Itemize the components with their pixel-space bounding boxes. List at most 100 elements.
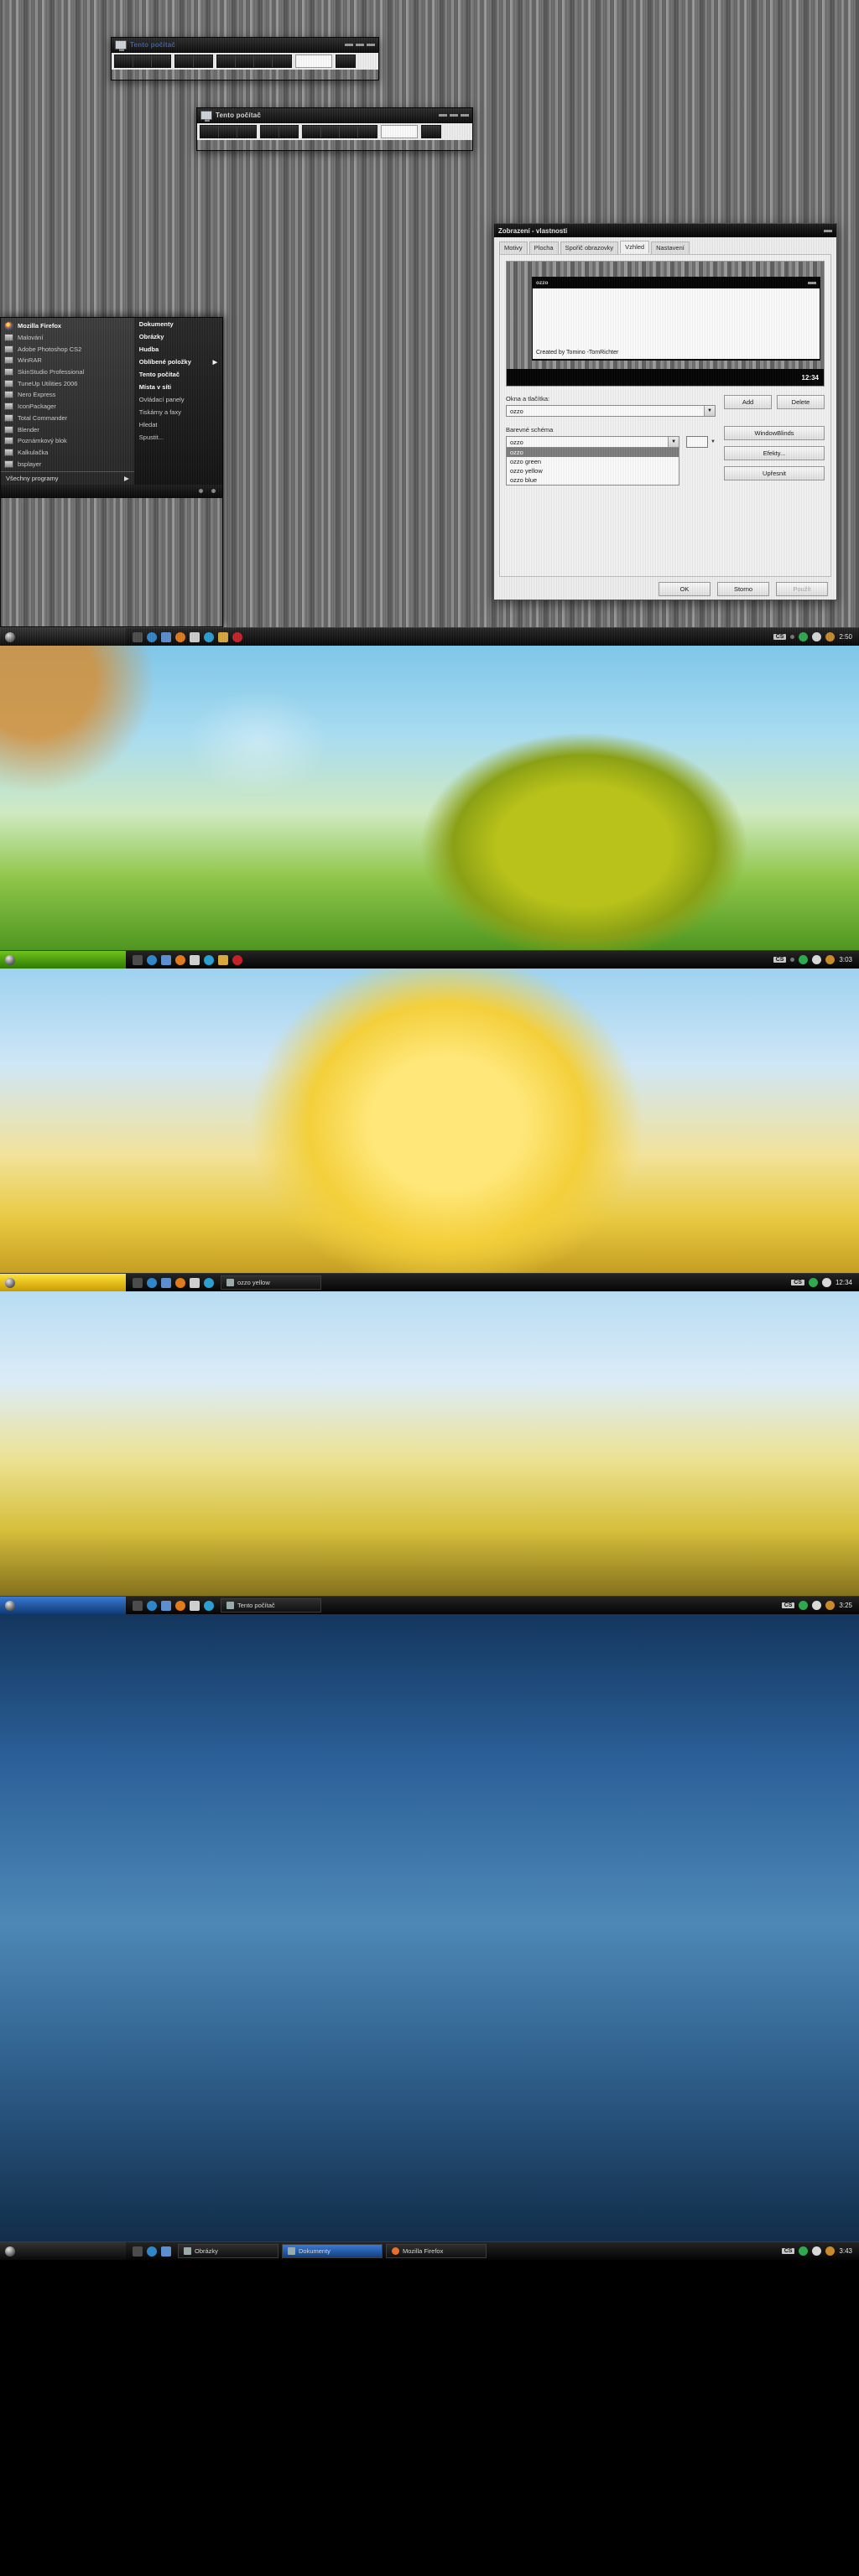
go-button[interactable] <box>336 55 356 68</box>
nero-icon[interactable] <box>812 955 822 964</box>
advanced-button[interactable]: Upřesnit <box>724 466 825 480</box>
tab-sporic[interactable]: Spořič obrazovky <box>560 242 619 254</box>
color-swatch[interactable] <box>686 436 709 448</box>
logoff-icon[interactable] <box>199 489 203 494</box>
taskbar[interactable]: Tento počítač CS 3:25 <box>0 1596 859 1614</box>
tray-app-icon[interactable] <box>825 632 836 641</box>
sidebar-item-iconpackager[interactable]: IconPackager <box>1 401 134 413</box>
address-box[interactable] <box>295 55 332 68</box>
nero-icon[interactable] <box>812 1601 822 1610</box>
tray-app-icon[interactable] <box>825 955 836 964</box>
task-list[interactable]: Tento počítač <box>221 1598 782 1613</box>
sidebar-item-tuneup[interactable]: TuneUp Utilities 2006 <box>1 377 134 389</box>
clock[interactable]: 2:50 <box>839 633 852 641</box>
system-tray[interactable]: CS 12:34 <box>791 1278 859 1287</box>
taskbar[interactable]: CS 3:03 <box>0 950 859 969</box>
quick-launch[interactable] <box>126 2246 178 2257</box>
language-indicator[interactable]: CS <box>791 1280 804 1285</box>
chevron-down-icon[interactable]: ▼ <box>668 437 679 447</box>
nero-icon[interactable] <box>821 1278 831 1287</box>
view-buttons[interactable] <box>302 125 377 138</box>
sidebar-item-notepad[interactable]: Poznámkový blok <box>1 435 134 447</box>
language-indicator[interactable]: CS <box>773 957 787 963</box>
system-tray[interactable]: CS 3:25 <box>781 1601 859 1610</box>
qt-icon[interactable] <box>204 1277 214 1288</box>
start-button[interactable] <box>0 951 126 969</box>
task-button-obrazky[interactable]: Obrázky <box>178 2244 279 2258</box>
folder-icon[interactable] <box>218 631 228 642</box>
window-tento-pocitac-back[interactable]: Tento počítač <box>111 37 379 80</box>
sidebar-item-malovani[interactable]: Malování <box>1 332 134 344</box>
chevron-down-icon[interactable]: ▼ <box>711 439 716 444</box>
qt-icon[interactable] <box>204 954 214 965</box>
tray-app-icon[interactable] <box>825 2246 836 2256</box>
quick-launch[interactable] <box>126 631 249 642</box>
media-player-icon[interactable] <box>175 1277 185 1288</box>
sidebar-item-calculator[interactable]: Kalkulačka <box>1 447 134 459</box>
listbox-color-schemes[interactable]: ozzo ozzo green ozzo yellow ozzo blue <box>506 448 680 486</box>
monitor-icon[interactable] <box>161 1277 171 1288</box>
combo-color-scheme[interactable]: ozzo ▼ <box>506 436 680 448</box>
system-tray[interactable]: CS 2:50 <box>773 632 859 641</box>
clock[interactable]: 3:43 <box>839 2247 852 2255</box>
sidebar-item-bsplayer[interactable]: bsplayer <box>1 458 134 470</box>
option-ozzo[interactable]: ozzo <box>507 448 679 457</box>
quick-launch[interactable] <box>126 1600 221 1611</box>
all-programs-button[interactable]: Všechny programy ▶ <box>1 470 134 485</box>
qt-icon[interactable] <box>204 631 214 642</box>
place-tento-pocitac[interactable]: Tento počítač <box>134 368 222 381</box>
dialog-display-properties[interactable]: Zobrazení - vlastnosti Motivy Plocha Spo… <box>493 223 837 600</box>
opera-icon[interactable] <box>232 954 242 965</box>
avg-icon[interactable] <box>808 1278 818 1287</box>
clock[interactable]: 3:25 <box>839 1602 852 1609</box>
close-icon[interactable] <box>367 44 375 46</box>
start-button[interactable] <box>0 628 126 646</box>
place-oblibene[interactable]: Oblíbené položky ▶ <box>134 356 222 368</box>
address-box[interactable] <box>381 125 418 138</box>
sidebar-item-photoshop[interactable]: Adobe Photoshop CS2 <box>1 343 134 355</box>
close-icon[interactable] <box>461 114 469 117</box>
maximize-icon[interactable] <box>450 114 458 117</box>
ie-icon[interactable] <box>147 1600 157 1611</box>
taskbar[interactable]: CS 2:50 <box>0 627 859 646</box>
start-menu-footer[interactable] <box>1 484 222 498</box>
place-mista-v-siti[interactable]: Místa v síti <box>134 381 222 393</box>
language-indicator[interactable]: CS <box>781 2248 795 2254</box>
sidebar-item-winrar[interactable]: WinRAR <box>1 355 134 366</box>
combo-windows-buttons[interactable]: ozzo ▼ <box>506 405 716 417</box>
media-player-icon[interactable] <box>175 631 185 642</box>
sidebar-item-skinstudio[interactable]: SkinStudio Professional <box>1 366 134 378</box>
show-desktop-icon[interactable] <box>133 631 143 642</box>
window-buttons[interactable] <box>824 229 832 232</box>
search-buttons[interactable] <box>174 55 213 68</box>
place-dokumenty[interactable]: Dokumenty <box>134 318 222 330</box>
view-buttons[interactable] <box>216 55 292 68</box>
sidebar-item-nero[interactable]: Nero Express <box>1 389 134 401</box>
tray-expand-icon[interactable] <box>790 635 795 639</box>
option-ozzo-green[interactable]: ozzo green <box>507 457 679 466</box>
show-desktop-icon[interactable] <box>133 2246 143 2257</box>
taskbar[interactable]: Obrázky Dokumenty Mozilla Firefox CS 3:4… <box>0 2241 859 2260</box>
titlebar[interactable]: Tento počítač <box>197 108 472 122</box>
tab-motivy[interactable]: Motivy <box>499 242 528 254</box>
shutdown-icon[interactable] <box>211 489 216 494</box>
window-tento-pocitac-front[interactable]: Tento počítač <box>196 107 473 151</box>
cancel-button[interactable]: Storno <box>717 582 769 596</box>
monitor-icon[interactable] <box>161 631 171 642</box>
place-hudba[interactable]: Hudba <box>134 343 222 356</box>
avg-icon[interactable] <box>799 632 809 641</box>
place-hledat[interactable]: Hledat <box>134 418 222 431</box>
start-menu-programs[interactable]: Mozilla Firefox Malování Adobe Photoshop… <box>1 318 134 485</box>
monitor-icon[interactable] <box>161 1600 171 1611</box>
avg-icon[interactable] <box>799 955 809 964</box>
ok-button[interactable]: OK <box>659 582 711 596</box>
tray-app-icon[interactable] <box>825 1601 836 1610</box>
maximize-icon[interactable] <box>356 44 364 46</box>
ie-icon[interactable] <box>147 954 157 965</box>
ie-icon[interactable] <box>147 1277 157 1288</box>
media-player-icon[interactable] <box>175 954 185 965</box>
floppy-icon[interactable] <box>190 1600 200 1611</box>
show-desktop-icon[interactable] <box>133 1600 143 1611</box>
dialog-titlebar[interactable]: Zobrazení - vlastnosti <box>494 224 836 237</box>
task-button-dokumenty[interactable]: Dokumenty <box>282 2244 383 2258</box>
